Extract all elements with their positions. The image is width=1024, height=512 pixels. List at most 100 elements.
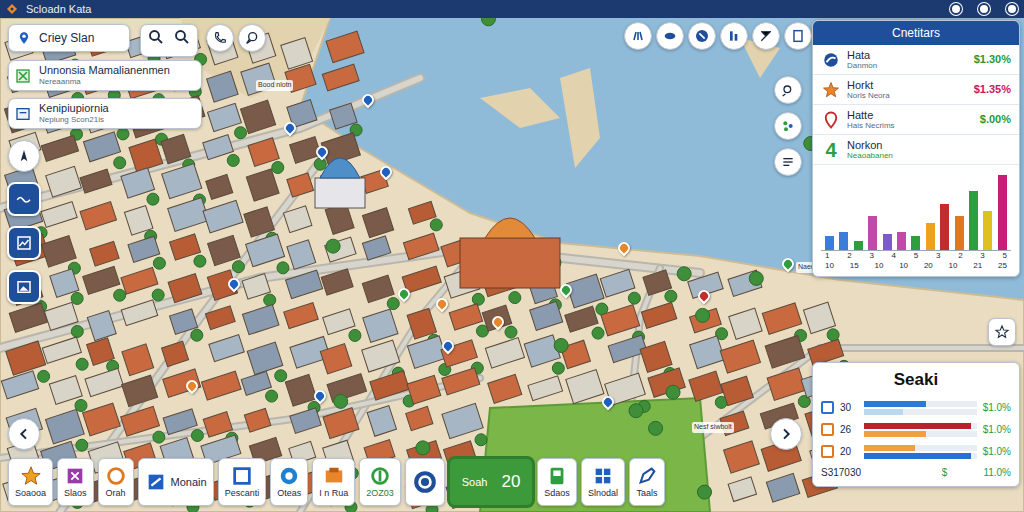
axis-tick: 5	[1003, 251, 1007, 261]
axis-tick: 15	[850, 261, 859, 271]
search-button[interactable]	[147, 28, 165, 53]
search-value[interactable]: Criey Slan	[39, 29, 94, 47]
window-title: Scloadn Kata	[26, 1, 91, 18]
competitor-row[interactable]: 4 NorkonNeaoabanen	[813, 135, 1019, 165]
toolbar-button[interactable]: Slaos	[57, 458, 94, 506]
competitor-row[interactable]: HatteHais Necrims$.00%	[813, 105, 1019, 135]
stats-bar-fill	[864, 423, 971, 429]
buildings-icon	[726, 28, 742, 44]
call-button[interactable]	[206, 24, 234, 52]
chart-bar	[926, 223, 935, 250]
map-side-button[interactable]	[774, 76, 802, 104]
competitor-subtitle: Hais Necrims	[847, 121, 895, 130]
map-tool-button[interactable]	[688, 22, 716, 50]
axis-tick: 1	[825, 251, 829, 261]
arrow-right-icon	[778, 426, 794, 442]
toolbar-button[interactable]: I n Rua	[312, 458, 355, 506]
competitor-row[interactable]: HataDanmon$1.30%	[813, 45, 1019, 75]
toolbar-button[interactable]: Pescanti	[218, 458, 267, 506]
briefcase-icon	[323, 465, 345, 487]
competitor-name: Hatte	[847, 109, 895, 122]
axis-tick: 3	[980, 251, 984, 261]
competitor-row[interactable]: HorktNorls Neora$1.35%	[813, 75, 1019, 105]
axis-tick: 10	[874, 261, 883, 271]
map[interactable]: Bood nlotnNesf siwboltNaeop ScwatCriey S…	[0, 18, 1024, 512]
toolbar-button[interactable]: Soah20	[449, 458, 534, 506]
search-field[interactable]: Criey Slan	[8, 24, 130, 52]
axis-tick: 20	[924, 261, 933, 271]
chart-bar	[998, 175, 1007, 250]
axis-tick: 5	[914, 251, 918, 261]
gallery-button[interactable]	[7, 270, 41, 304]
minimize-button[interactable]	[950, 3, 962, 15]
phone-device-icon	[546, 465, 568, 487]
competitor-subtitle: Danmon	[847, 61, 877, 70]
toolbar-button[interactable]: Orah	[98, 458, 134, 506]
map-side-button[interactable]	[774, 112, 802, 140]
previous-button[interactable]	[8, 418, 40, 450]
favorite-button[interactable]	[988, 318, 1016, 346]
stats-row[interactable]: 20$1.0%	[821, 441, 1011, 463]
stats-label: 30	[840, 400, 858, 415]
chart-bar	[911, 236, 920, 250]
edit-box-icon	[145, 471, 167, 493]
map-tool-button[interactable]	[656, 22, 684, 50]
toolbar-button[interactable]: Monain	[138, 458, 214, 506]
layers-icon	[630, 28, 646, 44]
map-tool-button[interactable]	[624, 22, 652, 50]
toolbar-button[interactable]: Soaooa	[8, 458, 53, 506]
competitor-subtitle: Norls Neora	[847, 91, 890, 100]
side-panel[interactable]: KenipiupiorniaNepiung Scon21is	[8, 98, 202, 129]
close-button[interactable]	[1006, 3, 1018, 15]
stats-footer-symbol: $	[942, 465, 948, 480]
map-tool-button[interactable]	[720, 22, 748, 50]
map-tool-button[interactable]	[752, 22, 780, 50]
map-label: Bood nlotn	[256, 80, 293, 91]
zoom-search-button[interactable]	[173, 28, 191, 53]
toolbar-label: Pescanti	[225, 489, 260, 499]
competitor-text: NorkonNeaoabanen	[847, 139, 893, 161]
help-button[interactable]	[978, 3, 990, 15]
toolbar-button[interactable]: Sdaos	[537, 458, 577, 506]
chart-bar	[839, 232, 848, 250]
side-panel-title: Unnonsia Mamalianenmen	[39, 64, 170, 77]
toolbar-value: 20	[501, 469, 520, 495]
toolbar-label: Slnodal	[588, 489, 618, 499]
map-tool-button[interactable]	[784, 22, 812, 50]
rank-glyph: 4	[825, 140, 836, 160]
stats-row[interactable]: 30$1.0%	[821, 397, 1011, 419]
side-panel[interactable]: Unnonsia MamalianenmenNereaanma	[8, 60, 202, 91]
checkbox-icon	[15, 68, 31, 84]
location-pin-icon	[822, 111, 840, 129]
toolbar-label: I n Rua	[319, 489, 348, 499]
stat-square-icon	[821, 445, 834, 458]
toolbar-button[interactable]: Taals	[629, 458, 665, 506]
toolbar-button[interactable]: Slnodal	[581, 458, 625, 506]
chart-bar	[983, 211, 992, 250]
chat-button[interactable]	[238, 24, 266, 52]
layers-button[interactable]	[7, 182, 41, 216]
axis-tick: 10	[899, 261, 908, 271]
map-side-button[interactable]	[774, 148, 802, 176]
grid-icon	[592, 465, 614, 487]
next-button[interactable]	[770, 418, 802, 450]
toolbar-label: Monain	[171, 476, 207, 488]
stats-bar-track	[864, 431, 977, 437]
pen-icon	[636, 465, 658, 487]
title-bar: Scloadn Kata	[0, 0, 1024, 18]
toolbar-button[interactable]: Oteas	[270, 458, 308, 506]
stats-row[interactable]: 26$1.0%	[821, 419, 1011, 441]
axis-tick: 2	[958, 251, 962, 261]
axis-tick: 10	[949, 261, 958, 271]
map-label: Nesf siwbolt	[692, 422, 734, 433]
toolbar-button[interactable]	[405, 458, 445, 506]
stats-button[interactable]	[7, 226, 41, 260]
ring-icon	[105, 465, 127, 487]
competitor-text: HataDanmon	[847, 49, 877, 71]
toolbar-button[interactable]: 2OZ03	[359, 458, 401, 506]
tag-icon	[15, 106, 31, 122]
compass-button[interactable]	[8, 140, 40, 172]
list-icon	[780, 154, 796, 170]
bottom-toolbar: SoaooaSlaosOrah Monain Pescanti Oteas I n Ru…	[8, 458, 665, 506]
competitor-icon-box: 4	[821, 140, 841, 160]
